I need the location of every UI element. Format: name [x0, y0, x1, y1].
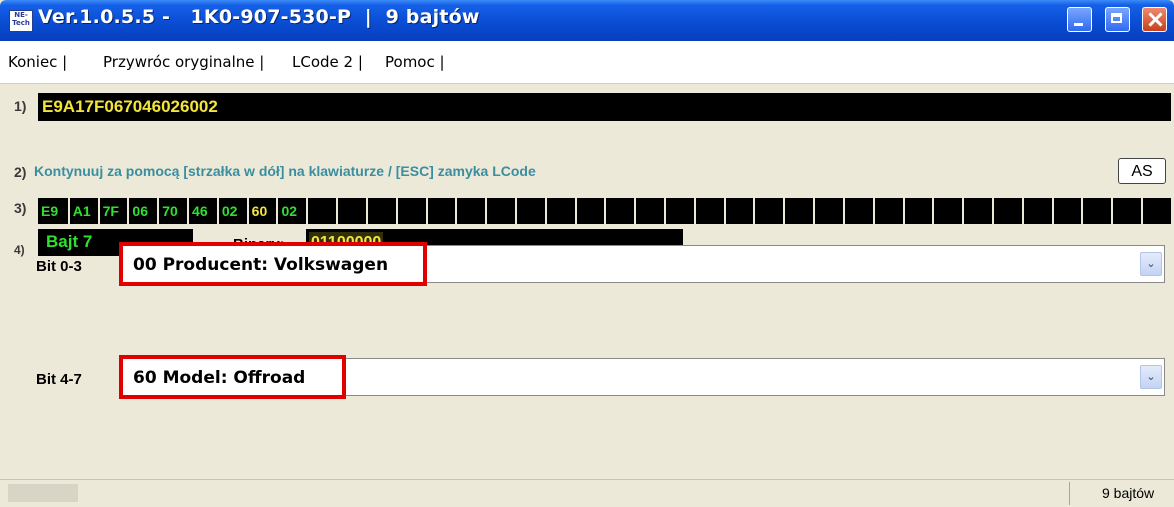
menu-item-koniec[interactable]: Koniec | — [8, 53, 67, 71]
byte-cells-row: E9 A1 7F 06 70 46 02 60 02 — [38, 198, 1171, 224]
byte-cell[interactable] — [1111, 198, 1141, 224]
highlight-box — [119, 242, 427, 286]
byte-cell[interactable] — [455, 198, 485, 224]
as-button[interactable]: AS — [1118, 158, 1166, 184]
highlight-box — [119, 355, 346, 399]
byte-cell[interactable] — [336, 198, 366, 224]
byte-cell[interactable] — [962, 198, 992, 224]
status-panel — [8, 484, 78, 502]
byte-cell[interactable]: A1 — [67, 198, 98, 224]
byte-cell[interactable] — [902, 198, 933, 224]
chevron-down-icon[interactable]: ⌄ — [1140, 252, 1162, 276]
byte-cell[interactable] — [693, 198, 724, 224]
section-4-label: 4) — [14, 243, 25, 257]
window-title: Ver.1.0.5.5 - 1K0-907-530-P | 9 bajtów — [38, 6, 480, 28]
status-bar: 9 bajtów — [0, 479, 1174, 507]
byte-cell[interactable]: 02 — [216, 198, 247, 224]
byte-cell[interactable]: 02 — [276, 198, 306, 224]
bit-0-3-label: Bit 0-3 — [36, 258, 82, 275]
byte-cell[interactable] — [1051, 198, 1082, 224]
section-2-label: 2) — [14, 164, 27, 180]
byte-cell[interactable] — [723, 198, 754, 224]
section-1-label: 1) — [14, 98, 27, 114]
byte-cell[interactable]: 60 — [246, 198, 277, 224]
status-divider — [1069, 482, 1070, 505]
byte-cell[interactable] — [514, 198, 545, 224]
byte-cell[interactable] — [395, 198, 426, 224]
byte-cell[interactable] — [872, 198, 903, 224]
app-window: NE-Tech Ver.1.0.5.5 - 1K0-907-530-P | 9 … — [0, 0, 1174, 507]
coding-string-field[interactable]: E9A17F067046026002 — [38, 93, 1171, 121]
app-icon[interactable]: NE-Tech — [9, 10, 33, 32]
byte-cell[interactable] — [634, 198, 664, 224]
byte-cell[interactable] — [365, 198, 396, 224]
byte-cell[interactable] — [783, 198, 813, 224]
byte-cell[interactable]: 06 — [127, 198, 157, 224]
close-button[interactable] — [1142, 7, 1167, 32]
byte-cell[interactable] — [1081, 198, 1111, 224]
status-text: 9 bajtów — [1102, 485, 1155, 501]
maximize-button[interactable] — [1105, 7, 1130, 32]
menu-item-help[interactable]: Pomoc | — [385, 53, 445, 71]
byte-cell[interactable] — [753, 198, 783, 224]
byte-cell[interactable] — [425, 198, 456, 224]
coding-string: E9A17F067046026002 — [42, 97, 218, 116]
bit-4-7-label: Bit 4-7 — [36, 371, 82, 388]
byte-cell[interactable] — [664, 198, 694, 224]
minimize-button[interactable] — [1067, 7, 1092, 32]
byte-cell[interactable] — [842, 198, 873, 224]
menu-bar: Koniec | Przywróc oryginalne | LCode 2 |… — [0, 41, 1174, 84]
byte-cell[interactable] — [991, 198, 1022, 224]
instruction-text: Kontynuuj za pomocą [strzałka w dół] na … — [34, 163, 536, 179]
chevron-down-icon[interactable]: ⌄ — [1140, 365, 1162, 389]
byte-cell[interactable] — [932, 198, 962, 224]
byte-cell[interactable] — [1141, 198, 1171, 224]
section-3-label: 3) — [14, 200, 27, 216]
byte-cell[interactable] — [1021, 198, 1052, 224]
byte-cell[interactable]: 70 — [157, 198, 187, 224]
byte-cell[interactable]: 46 — [187, 198, 217, 224]
byte-cell[interactable] — [604, 198, 634, 224]
menu-item-lcode2[interactable]: LCode 2 | — [292, 53, 363, 71]
byte-cell[interactable] — [485, 198, 515, 224]
menu-item-restore-original[interactable]: Przywróc oryginalne | — [103, 53, 264, 71]
byte-cell[interactable] — [813, 198, 843, 224]
byte-cell[interactable]: 7F — [97, 198, 128, 224]
byte-cell[interactable] — [306, 198, 336, 224]
byte-cell[interactable] — [544, 198, 575, 224]
byte-cell[interactable] — [574, 198, 605, 224]
byte-cell[interactable]: E9 — [38, 198, 68, 224]
title-bar[interactable]: NE-Tech Ver.1.0.5.5 - 1K0-907-530-P | 9 … — [0, 0, 1174, 41]
